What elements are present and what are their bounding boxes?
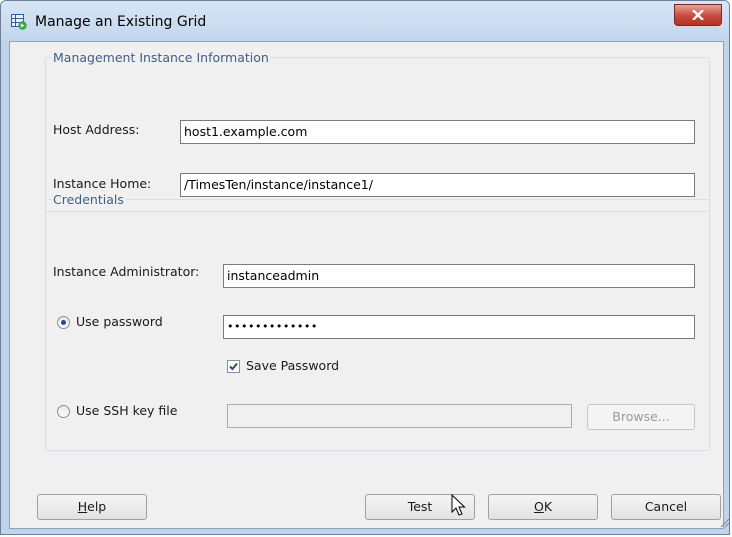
use-password-radio[interactable] xyxy=(57,316,70,329)
window-title: Manage an Existing Grid xyxy=(35,14,207,30)
instance-home-input[interactable]: /TimesTen/instance/instance1/ xyxy=(180,173,695,197)
save-password-checkbox[interactable] xyxy=(227,360,240,373)
radio-selected-dot xyxy=(61,320,66,325)
help-button[interactable]: Help xyxy=(37,494,147,520)
management-legend: Management Instance Information xyxy=(51,50,271,65)
ok-button[interactable]: OK xyxy=(488,494,598,520)
ok-label-rest: K xyxy=(543,499,553,514)
dialog-window: Manage an Existing Grid Management Insta… xyxy=(0,0,730,535)
mouse-pointer-icon xyxy=(451,494,466,516)
host-address-label: Host Address: xyxy=(53,122,140,137)
ssh-key-file-input[interactable] xyxy=(227,404,572,428)
grid-app-icon xyxy=(11,14,27,30)
instance-admin-label: Instance Administrator: xyxy=(53,264,200,279)
title-bar[interactable]: Manage an Existing Grid xyxy=(1,1,729,41)
instance-admin-input[interactable]: instanceadmin xyxy=(223,264,695,288)
dialog-content: Management Instance Information Host Add… xyxy=(9,41,724,529)
close-button[interactable] xyxy=(674,4,722,26)
help-mnemonic: H xyxy=(77,499,88,514)
cancel-button[interactable]: Cancel xyxy=(611,494,721,520)
use-ssh-key-label[interactable]: Use SSH key file xyxy=(76,403,177,418)
ok-mnemonic: O xyxy=(533,499,544,514)
resize-grip-icon[interactable] xyxy=(720,518,730,528)
instance-home-label: Instance Home: xyxy=(53,176,152,191)
checkmark-icon xyxy=(229,362,238,371)
close-icon xyxy=(692,10,704,20)
save-password-label[interactable]: Save Password xyxy=(246,358,339,373)
browse-button[interactable]: Browse... xyxy=(587,404,695,430)
help-label-rest: elp xyxy=(87,499,107,514)
password-input[interactable]: ••••••••••••• xyxy=(223,315,695,339)
host-address-input[interactable]: host1.example.com xyxy=(180,120,695,144)
use-password-label[interactable]: Use password xyxy=(76,314,163,329)
credentials-legend: Credentials xyxy=(51,192,126,207)
use-ssh-key-radio[interactable] xyxy=(57,405,70,418)
